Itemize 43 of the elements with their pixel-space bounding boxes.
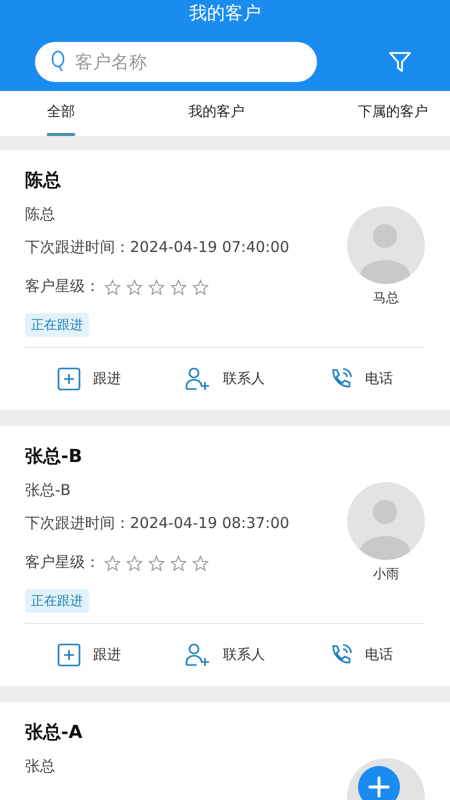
star-icon xyxy=(170,278,187,296)
star-icon xyxy=(104,278,121,296)
plus-square-icon xyxy=(57,367,81,391)
avatar-icon xyxy=(347,482,425,560)
plus-square-icon xyxy=(57,643,81,667)
filter-icon[interactable] xyxy=(388,50,412,74)
action-button[interactable]: 电话 xyxy=(329,643,393,667)
star-icon xyxy=(148,554,165,572)
tab[interactable]: 我的客户 xyxy=(188,91,244,136)
status-tag: 正在跟进 xyxy=(25,589,89,613)
owner-name: 小雨 xyxy=(373,566,399,583)
star-icon xyxy=(170,554,187,572)
contact-name: 张总 xyxy=(25,756,55,776)
search-field[interactable]: 客户名称 xyxy=(35,42,317,82)
avatar-icon xyxy=(347,206,425,284)
follow-up-time: 下次跟进时间：2024-04-19 07:40:00 xyxy=(25,237,290,257)
status-tag: 正在跟进 xyxy=(25,313,89,337)
tab[interactable]: 下属的客户 xyxy=(358,91,428,136)
customer-name: 张总-A xyxy=(25,721,82,745)
action-button[interactable]: 电话 xyxy=(329,367,393,391)
star-icon xyxy=(126,554,143,572)
plus-icon xyxy=(368,776,390,798)
star-icon xyxy=(104,554,121,572)
star-icon xyxy=(148,278,165,296)
contact-name: 张总-B xyxy=(25,480,71,500)
follow-up-time: 下次跟进时间：2024-04-19 08:37:00 xyxy=(25,513,290,533)
action-button[interactable]: 跟进 xyxy=(57,643,121,667)
screen-title: 我的客户 xyxy=(189,2,261,26)
tab[interactable]: 全部 xyxy=(47,91,75,136)
rating-label: 客户星级： xyxy=(25,553,100,572)
customer-name: 陈总 xyxy=(25,169,61,193)
star-icon xyxy=(126,278,143,296)
contact-name: 陈总 xyxy=(25,204,55,224)
add-person-icon xyxy=(185,367,211,391)
owner-name: 马总 xyxy=(373,290,399,307)
star-icon xyxy=(192,554,209,572)
customer-name: 张总-B xyxy=(25,445,82,469)
action-button[interactable]: 联系人 xyxy=(185,643,265,667)
rating-label: 客户星级： xyxy=(25,277,100,296)
add-person-icon xyxy=(185,643,211,667)
star-icon xyxy=(192,278,209,296)
action-button[interactable]: 联系人 xyxy=(185,367,265,391)
action-button[interactable]: 跟进 xyxy=(57,367,121,391)
